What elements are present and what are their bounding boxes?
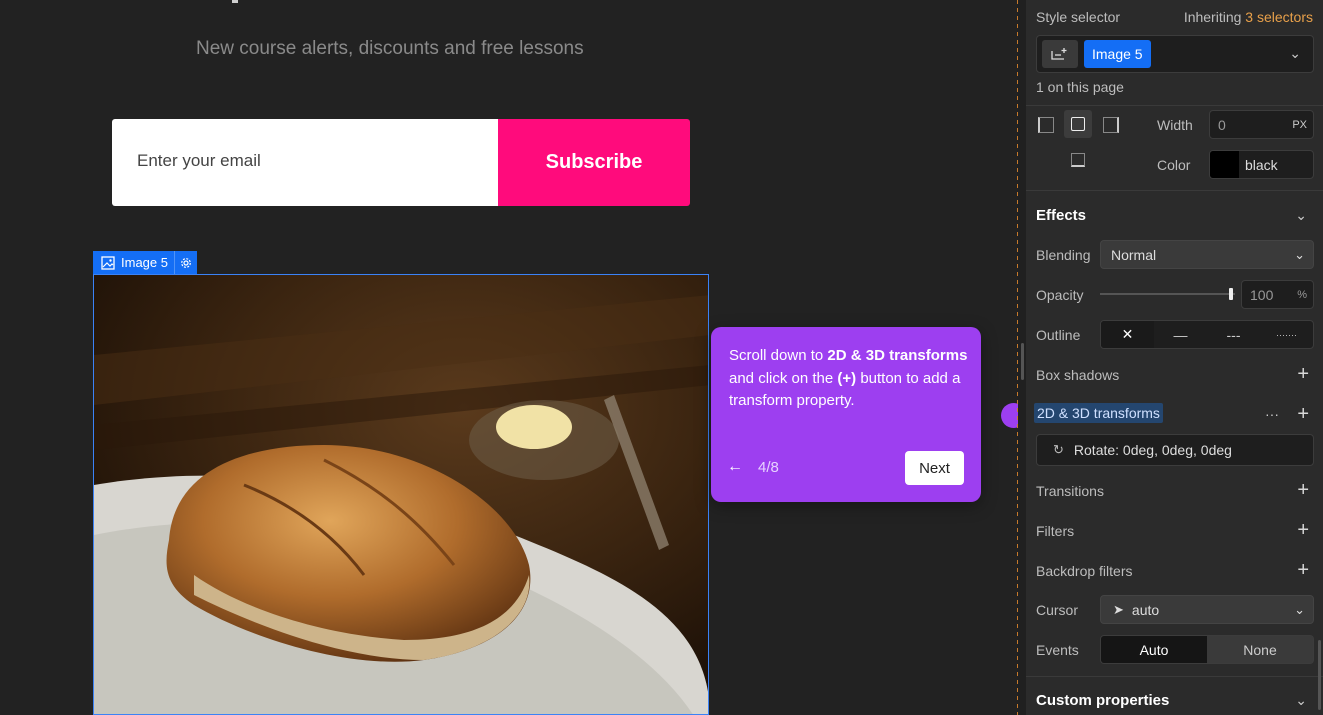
box-shadows-label: Box shadows <box>1036 367 1120 383</box>
blending-value: Normal <box>1111 246 1157 263</box>
border-side-left-icon[interactable] <box>1038 117 1054 133</box>
rotate-icon: ↻ <box>1053 442 1064 457</box>
selector-chip[interactable]: Image 5 <box>1084 40 1151 68</box>
outline-none-option[interactable]: ✕ <box>1101 321 1154 348</box>
email-placeholder: Enter your email <box>137 151 261 170</box>
tour-tooltip: Scroll down to 2D & 3D transforms and cl… <box>711 327 981 502</box>
add-filter-icon[interactable]: + <box>1297 520 1309 540</box>
border-side-bottom-icon[interactable] <box>1071 153 1085 167</box>
add-transform-icon[interactable]: + <box>1297 404 1309 424</box>
cursor-value: auto <box>1131 601 1160 618</box>
effects-title[interactable]: Effects <box>1036 207 1086 224</box>
cursor-label: Cursor <box>1036 602 1079 618</box>
heading-fragment <box>232 0 238 3</box>
divider <box>1026 676 1323 677</box>
outline-style-control[interactable]: ✕ — --- ······· <box>1100 320 1314 349</box>
style-panel: Style selector Inheriting 3 selectors Im… <box>1026 0 1323 715</box>
chevron-down-icon[interactable]: ⌄ <box>1295 692 1307 709</box>
designer-canvas[interactable]: New course alerts, discounts and free le… <box>0 0 1018 715</box>
add-transition-icon[interactable]: + <box>1297 480 1309 500</box>
events-label: Events <box>1036 642 1079 658</box>
transforms-label: 2D & 3D transforms <box>1034 403 1163 423</box>
color-label: Color <box>1157 157 1191 173</box>
border-side-right-icon[interactable] <box>1103 117 1119 133</box>
tour-text: Scroll down to 2D & 3D transforms and cl… <box>729 347 968 409</box>
custom-properties-title[interactable]: Custom properties <box>1036 692 1169 709</box>
inheriting-label[interactable]: Inheriting 3 selectors <box>1184 9 1313 25</box>
width-value: 0 <box>1218 116 1226 133</box>
next-button[interactable]: Next <box>905 451 964 485</box>
color-value: black <box>1245 156 1278 173</box>
panel-dash-border <box>1017 0 1018 715</box>
bread-photo <box>94 275 708 714</box>
opacity-slider-handle[interactable] <box>1229 288 1233 300</box>
rotate-transform-item[interactable]: ↻ Rotate: 0deg, 0deg, 0deg <box>1036 434 1314 466</box>
events-none-option[interactable]: None <box>1207 636 1313 663</box>
width-label: Width <box>1157 117 1193 133</box>
chevron-down-icon[interactable]: ⌄ <box>1289 45 1301 62</box>
tour-step: 4/8 <box>758 459 779 476</box>
cursor-select[interactable]: ➤ auto ⌄ <box>1100 595 1314 624</box>
transitions-label: Transitions <box>1036 483 1104 499</box>
events-toggle[interactable]: Auto None <box>1100 635 1314 664</box>
opacity-input[interactable]: 100 % <box>1241 280 1314 309</box>
subscribe-button[interactable]: Subscribe <box>498 119 690 206</box>
bread-image[interactable] <box>93 274 709 715</box>
chevron-down-icon: ⌄ <box>1294 601 1305 617</box>
outline-label: Outline <box>1036 327 1081 343</box>
filters-label: Filters <box>1036 523 1075 539</box>
divider <box>1026 105 1323 106</box>
cursor-arrow-icon: ➤ <box>1113 601 1124 617</box>
more-icon[interactable]: ··· <box>1265 406 1279 422</box>
opacity-value: 100 <box>1250 286 1274 303</box>
image-tag-label-wrap[interactable]: Image 5 <box>93 251 175 274</box>
blending-select[interactable]: Normal ⌄ <box>1100 240 1314 269</box>
on-page-count: 1 on this page <box>1036 79 1124 95</box>
canvas-scrollbar[interactable] <box>1021 343 1024 380</box>
events-auto-option[interactable]: Auto <box>1101 636 1207 663</box>
style-selector-label: Style selector <box>1036 9 1121 25</box>
blending-label: Blending <box>1036 247 1091 263</box>
color-input[interactable]: black <box>1209 150 1314 179</box>
color-swatch[interactable] <box>1210 151 1239 178</box>
opacity-unit: % <box>1297 288 1307 301</box>
on-page-row: 1 on this page <box>1036 79 1313 95</box>
width-input[interactable]: 0 PX <box>1209 110 1314 139</box>
panel-scrollbar[interactable] <box>1318 640 1321 710</box>
outline-dashed-option[interactable]: --- <box>1207 321 1260 348</box>
style-selector-row: Style selector Inheriting 3 selectors <box>1036 9 1313 25</box>
newsletter-subtitle: New course alerts, discounts and free le… <box>196 38 584 59</box>
add-box-shadow-icon[interactable]: + <box>1297 364 1309 384</box>
back-arrow-icon[interactable]: ← <box>727 458 743 476</box>
outline-solid-option[interactable]: — <box>1154 321 1207 348</box>
opacity-slider-track[interactable] <box>1100 293 1235 295</box>
add-class-icon[interactable] <box>1042 40 1078 68</box>
chevron-down-icon[interactable]: ⌄ <box>1295 207 1307 224</box>
divider <box>1026 190 1323 191</box>
rotate-value: Rotate: 0deg, 0deg, 0deg <box>1073 442 1232 458</box>
chevron-down-icon: ⌄ <box>1294 246 1305 262</box>
outline-dotted-option[interactable]: ······· <box>1260 321 1313 348</box>
add-backdrop-filter-icon[interactable]: + <box>1297 560 1309 580</box>
image-icon <box>101 255 115 270</box>
opacity-label: Opacity <box>1036 287 1084 303</box>
width-unit[interactable]: PX <box>1292 119 1307 131</box>
tour-target-dot <box>1001 403 1018 428</box>
email-input[interactable]: Enter your email <box>112 119 498 206</box>
border-side-all-icon[interactable] <box>1064 110 1092 138</box>
gear-icon[interactable] <box>175 251 197 274</box>
image-tag-label: Image 5 <box>121 255 168 270</box>
selected-element-tag[interactable]: Image 5 <box>93 251 197 274</box>
selector-input[interactable]: Image 5 ⌄ <box>1036 35 1314 73</box>
backdrop-filters-label: Backdrop filters <box>1036 563 1133 579</box>
